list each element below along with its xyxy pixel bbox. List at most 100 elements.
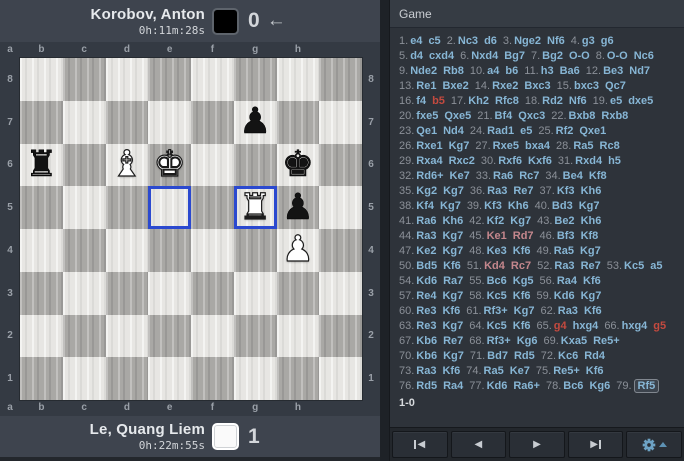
move[interactable]: Nf6 xyxy=(569,95,587,107)
move[interactable]: Kd6 xyxy=(416,275,437,287)
square-c6[interactable]: ♝ xyxy=(106,144,149,187)
move[interactable]: Kd4 xyxy=(484,260,505,272)
move[interactable]: Be3 xyxy=(603,65,623,77)
square-h1[interactable] xyxy=(319,357,362,400)
move[interactable]: g3 xyxy=(582,35,595,47)
move[interactable]: Bd5 xyxy=(416,260,437,272)
square-a3[interactable] xyxy=(20,272,63,315)
square-e8[interactable] xyxy=(191,58,234,101)
move[interactable]: Rd4 xyxy=(584,350,605,362)
move[interactable]: Rxa4 xyxy=(416,155,442,167)
move[interactable]: dxe5 xyxy=(628,95,653,107)
move[interactable]: Bxe2 xyxy=(442,80,468,92)
move[interactable]: Qxe1 xyxy=(579,125,606,137)
move[interactable]: Ra4 xyxy=(443,380,463,392)
move[interactable]: Rxf6 xyxy=(498,155,522,167)
move[interactable]: Ra5 xyxy=(484,365,504,377)
move[interactable]: Kf6 xyxy=(513,290,531,302)
move[interactable]: Qxe5 xyxy=(444,110,471,122)
move[interactable]: Kb6 xyxy=(416,350,437,362)
move[interactable]: Re7 xyxy=(581,260,601,272)
move[interactable]: hxg4 xyxy=(622,320,648,332)
square-b6[interactable] xyxy=(63,144,106,187)
current-move[interactable]: Rf5 xyxy=(634,379,660,393)
move[interactable]: Kg7 xyxy=(442,320,463,332)
move[interactable]: e5 xyxy=(610,95,622,107)
square-h3[interactable] xyxy=(319,272,362,315)
move[interactable]: Kf6 xyxy=(513,320,531,332)
move[interactable]: Kf6 xyxy=(583,275,601,287)
move[interactable]: Kg7 xyxy=(449,140,470,152)
move[interactable]: Kg7 xyxy=(443,350,464,362)
move[interactable]: Kf6 xyxy=(442,305,460,317)
go-to-start-button[interactable]: ◀ xyxy=(392,431,448,458)
move[interactable]: c5 xyxy=(428,35,440,47)
move[interactable]: Kg5 xyxy=(513,275,534,287)
square-h2[interactable] xyxy=(319,315,362,358)
move[interactable]: Kg7 xyxy=(442,290,463,302)
square-f3[interactable] xyxy=(234,272,277,315)
square-d2[interactable] xyxy=(148,315,191,358)
square-c8[interactable] xyxy=(106,58,149,101)
move[interactable]: Rxb8 xyxy=(601,110,628,122)
black-pawn-piece[interactable]: ♟ xyxy=(282,190,314,226)
square-d7[interactable] xyxy=(148,101,191,144)
square-b5[interactable] xyxy=(63,186,106,229)
move[interactable]: Kg7 xyxy=(581,290,602,302)
move[interactable]: Ke2 xyxy=(416,245,436,257)
square-b2[interactable] xyxy=(63,315,106,358)
square-a5[interactable] xyxy=(20,186,63,229)
square-a4[interactable] xyxy=(20,229,63,272)
move[interactable]: Rxe5 xyxy=(493,140,519,152)
move[interactable]: Kf6 xyxy=(442,365,460,377)
move[interactable]: Kf6 xyxy=(584,305,602,317)
move[interactable]: Ra6 xyxy=(416,215,436,227)
square-h7[interactable] xyxy=(319,101,362,144)
step-forward-button[interactable]: ▶ xyxy=(509,431,565,458)
move[interactable]: Qc7 xyxy=(605,80,626,92)
black-king-piece[interactable]: ♚ xyxy=(282,147,314,183)
square-e2[interactable] xyxy=(191,315,234,358)
white-pawn-piece[interactable]: ♟ xyxy=(282,232,314,268)
square-c4[interactable] xyxy=(106,229,149,272)
move[interactable]: Be4 xyxy=(563,170,583,182)
move[interactable]: h3 xyxy=(541,65,554,77)
move[interactable]: Rd5 xyxy=(514,350,535,362)
move[interactable]: Kg7 xyxy=(442,230,463,242)
move[interactable]: Bxb8 xyxy=(569,110,596,122)
move[interactable]: Qxc3 xyxy=(518,110,545,122)
go-to-end-button[interactable]: ▶ xyxy=(568,431,624,458)
move[interactable]: d6 xyxy=(484,35,497,47)
square-h8[interactable] xyxy=(319,58,362,101)
square-c2[interactable] xyxy=(106,315,149,358)
move[interactable]: d4 xyxy=(410,50,423,62)
panel-divider[interactable] xyxy=(380,0,390,461)
move[interactable]: Kf3 xyxy=(557,185,575,197)
move[interactable]: Bc6 xyxy=(563,380,583,392)
move[interactable]: Ke3 xyxy=(487,245,507,257)
move[interactable]: Ra3 xyxy=(558,305,578,317)
move[interactable]: fxe5 xyxy=(416,110,438,122)
square-d4[interactable] xyxy=(148,229,191,272)
move[interactable]: Kg7 xyxy=(443,185,464,197)
move[interactable]: Ra4 xyxy=(557,275,577,287)
move[interactable]: Rc7 xyxy=(511,260,531,272)
square-a8[interactable] xyxy=(20,58,63,101)
move[interactable]: e4 xyxy=(410,35,422,47)
move[interactable]: Ke7 xyxy=(510,365,530,377)
move[interactable]: Rf3+ xyxy=(484,305,508,317)
move[interactable]: Kf6 xyxy=(443,260,461,272)
square-a6[interactable]: ♜ xyxy=(20,144,63,187)
move[interactable]: Rf2 xyxy=(556,125,574,137)
move[interactable]: a4 xyxy=(487,65,499,77)
move[interactable]: hxg4 xyxy=(573,320,599,332)
move[interactable]: Nd7 xyxy=(629,65,650,77)
move[interactable]: Kg6 xyxy=(589,380,610,392)
move[interactable]: Kg7 xyxy=(580,245,601,257)
black-rook-piece[interactable]: ♜ xyxy=(25,147,57,183)
move[interactable]: bxc3 xyxy=(574,80,599,92)
square-c3[interactable] xyxy=(106,272,149,315)
move[interactable]: Qe1 xyxy=(416,125,437,137)
move[interactable]: Bg2 xyxy=(542,50,563,62)
white-bishop-piece[interactable]: ♝ xyxy=(111,147,143,183)
